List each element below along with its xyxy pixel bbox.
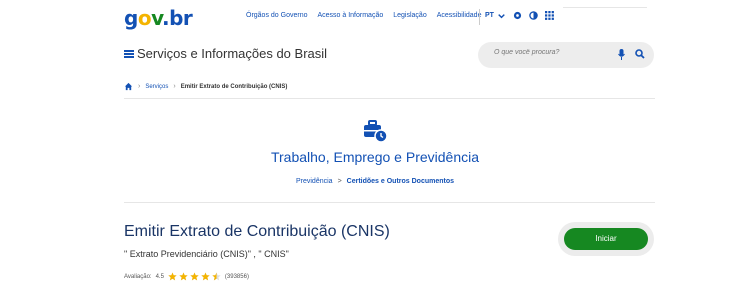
- category-header: [0, 118, 750, 144]
- top-nav: Órgãos do Governo Acesso à Informação Le…: [246, 12, 481, 19]
- category-title: Trabalho, Emprego e Previdência: [270, 149, 480, 165]
- divider: [479, 9, 480, 25]
- rating-stars: [168, 272, 221, 281]
- language-selector[interactable]: PT: [485, 12, 494, 19]
- category-link-certidoes[interactable]: Certidões e Outros Documentos: [347, 178, 454, 185]
- apps-grid-icon[interactable]: [545, 11, 554, 20]
- rating-value: 4.5: [155, 273, 164, 280]
- link-legislacao[interactable]: Legislação: [393, 12, 426, 19]
- star-full-icon: [179, 272, 188, 281]
- home-icon[interactable]: [124, 82, 133, 91]
- divider: [124, 202, 655, 203]
- link-acesso-informacao[interactable]: Acesso à Informação: [317, 12, 383, 19]
- govbr-logo[interactable]: gov.br: [124, 6, 193, 30]
- chevron-right-icon: ›: [138, 83, 141, 90]
- category-path: Previdência > Certidões e Outros Documento…: [0, 178, 750, 185]
- star-full-icon: [168, 272, 177, 281]
- service-subtitle: " Extrato Previdenciário (CNIS)" , " CNI…: [124, 249, 289, 259]
- link-orgaos[interactable]: Órgãos do Governo: [246, 12, 307, 19]
- search-bar: [478, 42, 654, 68]
- service-title: Emitir Extrato de Contribuição (CNIS): [124, 223, 390, 240]
- briefcase-clock-icon: [364, 120, 388, 143]
- star-half-icon: [212, 272, 221, 281]
- breadcrumb: › Serviços › Emitir Extrato de Contribui…: [124, 82, 287, 91]
- star-full-icon: [190, 272, 199, 281]
- contrast-icon[interactable]: [513, 11, 522, 20]
- breadcrumb-current: Emitir Extrato de Contribuição (CNIS): [180, 83, 288, 90]
- search-icon[interactable]: [635, 49, 645, 59]
- microphone-icon[interactable]: [618, 49, 625, 60]
- half-circle-icon[interactable]: [529, 11, 538, 20]
- category-link-previdencia[interactable]: Previdência: [296, 178, 333, 185]
- divider: [563, 7, 647, 8]
- chevron-down-icon[interactable]: [498, 13, 505, 19]
- search-input[interactable]: [492, 48, 606, 57]
- top-bar: gov.br Órgãos do Governo Acesso à Inform…: [0, 0, 750, 36]
- site-title[interactable]: Serviços e Informações do Brasil: [137, 46, 327, 61]
- rating-label: Avaliação:: [124, 273, 152, 280]
- link-acessibilidade[interactable]: Acessibilidade: [437, 12, 482, 19]
- chevron-right-icon: ›: [173, 83, 176, 90]
- path-separator: >: [337, 178, 342, 185]
- rating-count: (393856): [224, 273, 249, 280]
- hamburger-menu-icon[interactable]: [124, 50, 134, 58]
- breadcrumb-link-servicos[interactable]: Serviços: [145, 84, 168, 90]
- service-rating: Avaliação: 4.5 (393856): [124, 272, 249, 281]
- divider: [124, 98, 655, 99]
- start-button[interactable]: Iniciar: [564, 228, 648, 250]
- start-button-container: Iniciar: [558, 222, 654, 256]
- star-full-icon: [201, 272, 210, 281]
